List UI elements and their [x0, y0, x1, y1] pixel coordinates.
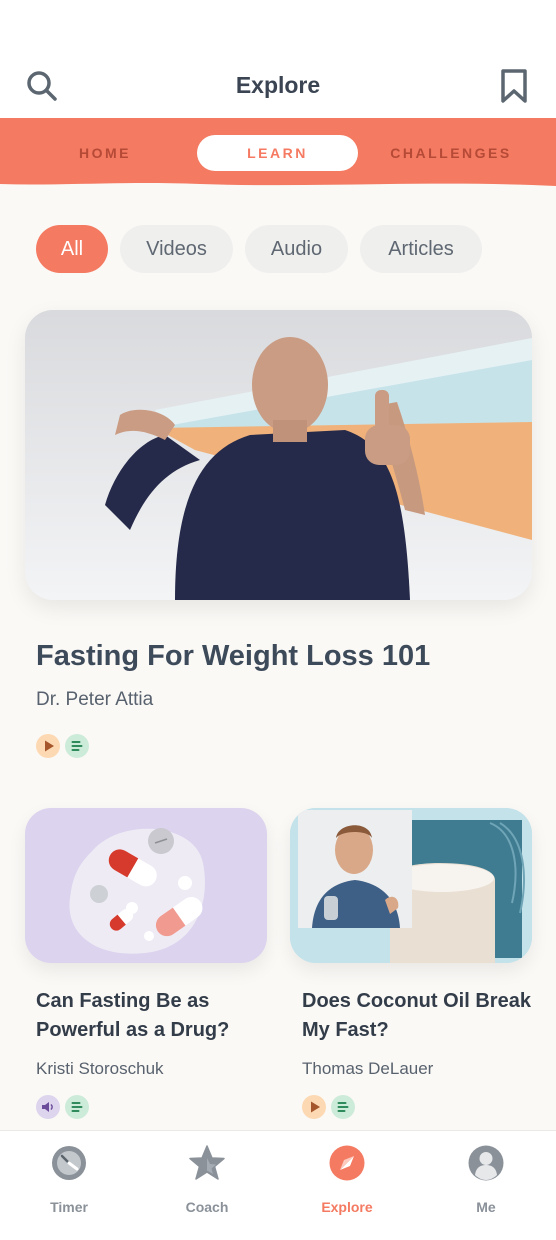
coconut-oil-illustration: [290, 808, 532, 963]
nav-me[interactable]: Me: [431, 1143, 541, 1223]
featured-video-thumbnail[interactable]: [25, 310, 532, 600]
nav-coach[interactable]: Coach: [152, 1143, 262, 1223]
timer-icon: [52, 1146, 86, 1180]
featured-title[interactable]: Fasting For Weight Loss 101: [36, 640, 430, 673]
featured-media-types: [36, 734, 96, 758]
bottom-navigation: Timer Coach Explore Me: [0, 1130, 556, 1240]
card-title[interactable]: Can Fasting Be as Powerful as a Drug?: [36, 987, 276, 1045]
card-author: Kristi Storoschuk: [36, 1059, 164, 1078]
video-card-thumbnail[interactable]: [290, 808, 532, 963]
card-media-types: [36, 1095, 96, 1119]
featured-author: Dr. Peter Attia: [36, 689, 154, 710]
video-play-icon: [302, 1095, 326, 1119]
featured-illustration: [25, 310, 532, 600]
video-play-icon: [36, 734, 60, 758]
tab-challenges[interactable]: CHALLENGES: [376, 135, 526, 171]
filter-all[interactable]: All: [36, 225, 108, 273]
filter-videos[interactable]: Videos: [120, 225, 233, 273]
nav-timer[interactable]: Timer: [14, 1143, 124, 1223]
article-lines-icon: [65, 1095, 89, 1119]
bookmark-icon[interactable]: [500, 68, 528, 104]
pills-illustration: [69, 828, 205, 954]
page-title: Explore: [235, 72, 321, 98]
filter-audio[interactable]: Audio: [245, 225, 348, 273]
profile-icon: [468, 1145, 504, 1181]
nav-me-label: Me: [476, 1199, 496, 1215]
card-title[interactable]: Does Coconut Oil Break My Fast?: [302, 987, 542, 1045]
audio-speaker-icon: [36, 1095, 60, 1119]
card-media-types: [302, 1095, 362, 1119]
nav-explore[interactable]: Explore: [292, 1143, 402, 1223]
article-lines-icon: [65, 734, 89, 758]
article-lines-icon: [331, 1095, 355, 1119]
tab-learn[interactable]: LEARN: [197, 135, 358, 171]
top-bar: Explore: [0, 0, 556, 118]
card-author: Thomas DeLauer: [302, 1059, 434, 1078]
nav-explore-label: Explore: [321, 1199, 373, 1215]
section-tabs: HOME LEARN CHALLENGES: [0, 118, 556, 188]
nav-timer-label: Timer: [50, 1199, 88, 1215]
compass-icon: [329, 1145, 365, 1181]
nav-coach-label: Coach: [185, 1199, 229, 1215]
filter-articles[interactable]: Articles: [360, 225, 482, 273]
article-card-thumbnail[interactable]: [25, 808, 267, 963]
star-icon: [189, 1145, 225, 1180]
tab-home[interactable]: HOME: [50, 135, 160, 171]
